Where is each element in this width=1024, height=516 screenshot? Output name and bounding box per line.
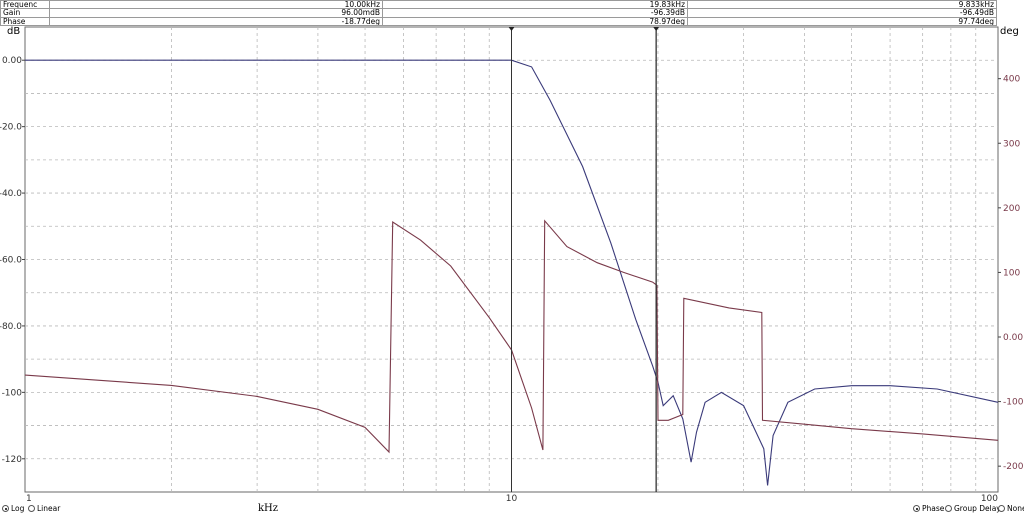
view-group-delay-radio[interactable]: Group Delay	[945, 504, 1001, 513]
y-right-tick-label: -200	[1003, 462, 1024, 472]
radio-dot[interactable]	[2, 505, 9, 512]
y-left-tick-label: -80.0	[0, 322, 22, 332]
view-phase-radio[interactable]: Phase	[913, 504, 944, 513]
y-right-tick-label: 200	[1003, 204, 1020, 214]
view-phase-label: Phase	[922, 504, 945, 513]
x-axis-label: kHz	[258, 503, 279, 514]
scale-log-label: Log	[11, 504, 25, 513]
scale-linear-radio[interactable]: Linear	[28, 504, 60, 513]
x-tick-label: 10	[506, 494, 518, 504]
scale-linear-label: Linear	[37, 504, 61, 513]
radio-dot[interactable]	[998, 505, 1005, 512]
bode-plot[interactable]: 0.00 -20.0 -40.0 -60.0 -80.0 -100 -120 400 300 20…	[0, 0, 1024, 516]
x-tick-label: 1	[26, 494, 32, 504]
y-left-tick-label: -20.0	[0, 123, 22, 133]
radio-dot[interactable]	[28, 505, 35, 512]
y-right-tick-label: 100	[1003, 268, 1020, 278]
y-right-tick-label: 0.00	[1003, 333, 1023, 343]
y-left-tick-label: -60.0	[0, 256, 22, 266]
y-right-tick-label: 300	[1003, 139, 1020, 149]
view-group-delay-label: Group Delay	[954, 504, 1001, 513]
view-none-label: None	[1007, 504, 1024, 513]
y-right-tick-label: -100	[1003, 398, 1024, 408]
scale-log-radio[interactable]: Log	[2, 504, 24, 513]
view-none-radio[interactable]: None	[998, 504, 1024, 513]
x-tick-label: 100	[981, 494, 998, 504]
y-left-tick-label: -40.0	[0, 189, 22, 199]
y-left-tick-label: -100	[2, 388, 23, 398]
radio-dot[interactable]	[913, 505, 920, 512]
radio-dot[interactable]	[945, 505, 952, 512]
y-left-tick-label: -120	[2, 455, 23, 465]
y-left-tick-label: 0.00	[2, 56, 22, 66]
y-right-tick-label: 400	[1003, 75, 1020, 85]
